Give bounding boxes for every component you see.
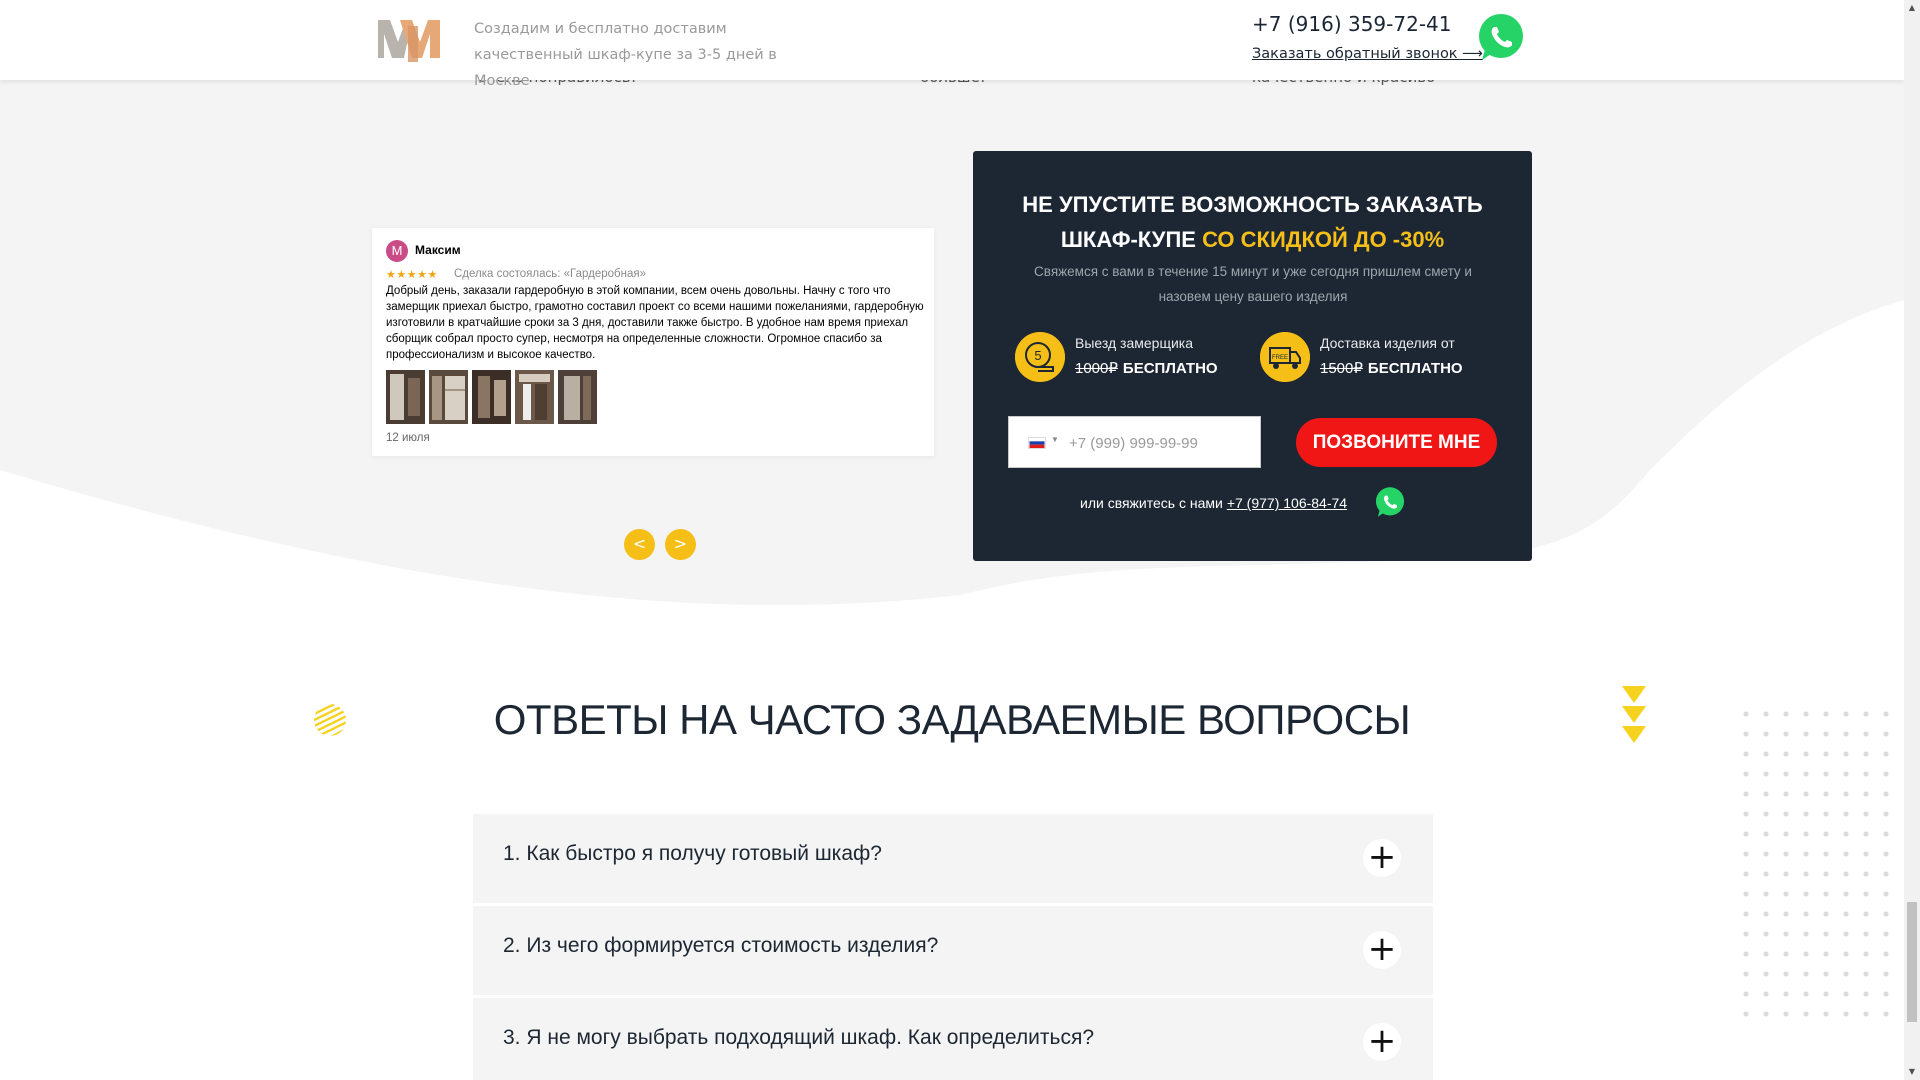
review-deal: Сделка состоялась: «Гардеробная» <box>454 268 646 280</box>
faq-item[interactable]: 2. Из чего формируется стоимость изделия… <box>473 906 1433 995</box>
rating-stars: ★★★★★ <box>386 269 438 281</box>
new-price: БЕСПЛАТНО <box>1122 360 1218 377</box>
review-slider-nav: < > <box>624 529 696 560</box>
review-photo[interactable] <box>472 370 511 424</box>
faq-question: 3. Я не могу выбрать подходящий шкаф. Ка… <box>503 1026 1094 1049</box>
header-phone[interactable]: +7 (916) 359-72-41 <box>1252 12 1451 36</box>
whatsapp-icon[interactable] <box>1374 486 1406 518</box>
dots-pattern-decoration <box>1743 711 1889 1017</box>
avatar: М <box>386 240 408 262</box>
country-dropdown-icon[interactable]: ▼ <box>1051 435 1059 444</box>
scroll-up-icon[interactable]: ▲ <box>1904 0 1920 16</box>
whatsapp-icon[interactable] <box>1476 12 1526 62</box>
striped-circle-decoration <box>314 704 346 736</box>
call-me-button[interactable]: ПОЗВОНИТЕ МНЕ <box>1296 418 1497 467</box>
review-card: М Максим ★★★★★ Сделка состоялась: «Гарде… <box>372 228 934 456</box>
review-photo[interactable] <box>429 370 468 424</box>
faq-list: 1. Как быстро я получу готовый шкаф? + 2… <box>473 814 1433 1080</box>
faq-title: ОТВЕТЫ НА ЧАСТО ЗАДАВАЕМЫЕ ВОПРОСЫ <box>493 696 1411 743</box>
faq-question: 2. Из чего формируется стоимость изделия… <box>503 934 939 957</box>
review-author: Максим <box>415 243 461 257</box>
review-photo[interactable] <box>558 370 597 424</box>
svg-text:FREE: FREE <box>1272 355 1288 361</box>
discount-form-panel: НЕ УПУСТИТЕ ВОЗМОЖНОСТЬ ЗАКАЗАТЬ ШКАФ-КУ… <box>973 151 1532 561</box>
prev-review-button[interactable]: < <box>624 529 655 560</box>
site-header: Создадим и бесплатно доставим качественн… <box>0 0 1904 89</box>
phone-input[interactable] <box>1069 431 1249 455</box>
callback-link[interactable]: Заказать обратный звонок ⟶ <box>1252 46 1483 62</box>
background-wave <box>0 0 1904 606</box>
russia-flag-icon[interactable] <box>1028 437 1046 449</box>
contact-phone-link[interactable]: +7 (977) 106-84-74 <box>1227 495 1347 511</box>
next-review-button[interactable]: > <box>665 529 696 560</box>
review-text: Добрый день, заказали гардеробную в этой… <box>386 285 924 361</box>
logo[interactable] <box>378 16 442 62</box>
triangles-decoration <box>1622 686 1646 743</box>
scroll-down-icon[interactable]: ▼ <box>1904 1064 1920 1080</box>
review-photos <box>386 370 597 424</box>
page-scrollbar[interactable]: ▲ ▼ <box>1904 0 1920 1080</box>
new-price: БЕСПЛАТНО <box>1367 360 1463 377</box>
feature-measurer-label: Выезд замерщика <box>1075 335 1194 351</box>
faq-item[interactable]: 3. Я не могу выбрать подходящий шкаф. Ка… <box>473 998 1433 1080</box>
faq-question: 1. Как быстро я получу готовый шкаф? <box>503 842 882 865</box>
delivery-truck-icon: FREE <box>1260 332 1310 382</box>
review-date: 12 июля <box>386 432 430 444</box>
contact-prefix: или свяжитесь с нами <box>1080 495 1223 511</box>
header-tagline: Создадим и бесплатно доставим качественн… <box>474 21 777 89</box>
promo-title: НЕ УПУСТИТЕ ВОЗМОЖНОСТЬ ЗАКАЗАТЬ ШКАФ-КУ… <box>973 187 1532 257</box>
expand-plus-icon[interactable]: + <box>1363 839 1401 877</box>
feature-measurer-price: 1000₽ БЕСПЛАТНО <box>1075 359 1218 377</box>
promo-title-line2: ШКАФ-КУПЕ <box>1060 227 1203 252</box>
tape-measure-icon: 5 <box>1015 332 1065 382</box>
feature-delivery-price: 1500₽ БЕСПЛАТНО <box>1320 359 1463 377</box>
scrollbar-thumb[interactable] <box>1907 902 1917 1022</box>
svg-text:5: 5 <box>1034 348 1041 363</box>
promo-title-accent: СО СКИДКОЙ ДО -30% <box>1202 227 1445 252</box>
old-price: 1500₽ <box>1320 360 1363 377</box>
promo-title-line1: НЕ УПУСТИТЕ ВОЗМОЖНОСТЬ ЗАКАЗАТЬ <box>1022 192 1483 217</box>
expand-plus-icon[interactable]: + <box>1363 931 1401 969</box>
faq-item[interactable]: 1. Как быстро я получу готовый шкаф? + <box>473 814 1433 903</box>
contact-line: или свяжитесь с нами +7 (977) 106-84-74 <box>1080 495 1347 511</box>
phone-field: ▼ <box>1008 416 1261 468</box>
review-photo[interactable] <box>515 370 554 424</box>
old-price: 1000₽ <box>1075 360 1118 377</box>
expand-plus-icon[interactable]: + <box>1363 1023 1401 1061</box>
review-photo[interactable] <box>386 370 425 424</box>
feature-delivery-label: Доставка изделия от <box>1320 335 1455 351</box>
promo-subtitle: Свяжемся с вами в течение 15 минут и уже… <box>1034 264 1472 304</box>
